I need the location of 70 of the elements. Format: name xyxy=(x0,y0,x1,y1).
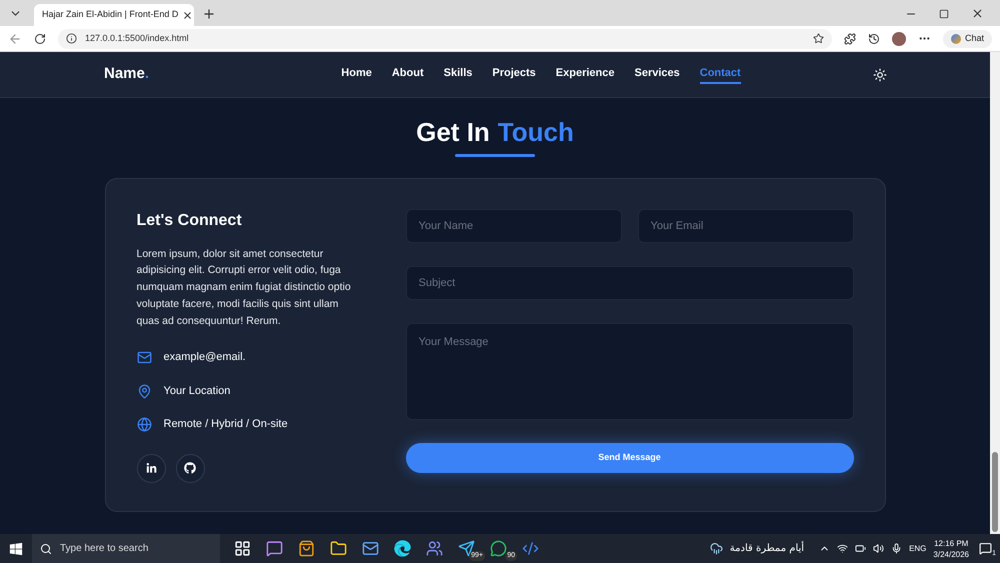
chat-bubble-icon xyxy=(490,540,506,557)
close-icon[interactable] xyxy=(182,10,194,20)
star-icon[interactable] xyxy=(812,33,824,44)
message-field[interactable]: Your Message xyxy=(406,322,854,420)
taskbar-search-field[interactable]: Type here to search xyxy=(32,534,220,563)
nav-link[interactable]: Projects xyxy=(492,64,536,84)
logo-dot: . xyxy=(144,64,150,84)
nav-link[interactable]: Contact xyxy=(700,64,741,84)
maximize-icon[interactable] xyxy=(939,8,949,18)
nav-link[interactable]: Skills xyxy=(444,64,472,84)
section-title: Get In xyxy=(416,116,490,148)
contact-detail: Remote / Hybrid / On-site xyxy=(164,417,288,432)
chat-bubble-icon xyxy=(266,540,282,557)
new-tab-icon[interactable] xyxy=(202,7,216,21)
close-icon[interactable] xyxy=(971,7,984,20)
globe-icon xyxy=(136,417,152,432)
url-text: 127.0.0.1:5500/index.html xyxy=(85,32,189,45)
clock-date[interactable]: 3/24/2026 xyxy=(933,548,969,560)
address-bar[interactable]: 127.0.0.1:5500/index.html xyxy=(58,28,832,48)
weather-text: أيام ممطرة قادمة xyxy=(730,541,804,556)
linkedin-icon xyxy=(146,462,156,474)
scrollbar[interactable] xyxy=(990,52,1000,534)
extensions-icon[interactable] xyxy=(844,32,856,44)
contact-detail: Your Location xyxy=(164,384,230,399)
back-icon[interactable] xyxy=(8,32,22,46)
nav-link[interactable]: Home xyxy=(341,64,372,84)
intro-paragraph: Lorem ipsum, dolor sit amet consectetur adipisicing elit. Corrupti error velit odio, fuga numquam magnam enim fugiat distinctio optio voluptate facere, modi facilis quis sint ullam quas ad consequuntur! Rerum. xyxy=(136,246,352,329)
contact-detail: example@email. xyxy=(164,350,246,366)
profile-avatar[interactable] xyxy=(892,32,906,46)
wifi-icon[interactable] xyxy=(837,543,848,554)
map-pin-icon xyxy=(136,384,152,399)
browser-tab[interactable]: Hajar Zain El-Abidin | Front-End D xyxy=(34,4,194,26)
task-view-icon xyxy=(234,540,250,557)
history-icon[interactable] xyxy=(868,32,880,44)
people-icon xyxy=(426,540,442,557)
subject-field[interactable]: Subject xyxy=(406,266,854,300)
notification-icon[interactable] xyxy=(978,542,992,555)
chat-button[interactable]: Chat xyxy=(942,30,992,48)
social-link[interactable] xyxy=(136,454,166,483)
microphone-icon[interactable] xyxy=(891,543,902,554)
info-icon xyxy=(66,33,77,44)
search-icon xyxy=(40,542,52,554)
rain-cloud-icon xyxy=(710,542,723,555)
search-placeholder: Type here to search xyxy=(60,542,148,556)
browser-icon xyxy=(394,540,410,557)
clock-time[interactable]: 12:16 PM xyxy=(934,538,968,548)
card-heading: Let's Connect xyxy=(136,210,243,230)
logo-text[interactable]: Name xyxy=(104,63,145,86)
battery-icon[interactable] xyxy=(855,543,866,554)
code-icon xyxy=(522,540,538,557)
github-icon xyxy=(184,462,196,474)
start-icon[interactable] xyxy=(9,542,23,556)
tab-title: Hajar Zain El-Abidin | Front-End D xyxy=(42,8,178,22)
chat-logo-icon xyxy=(950,34,961,44)
name-field[interactable]: Your Name xyxy=(406,208,622,242)
folder-icon xyxy=(330,540,346,557)
language-indicator[interactable]: ENG xyxy=(909,542,926,554)
shopping-bag-icon xyxy=(298,540,314,557)
section-title-accent: Touch xyxy=(498,116,574,148)
nav-link[interactable]: About xyxy=(392,64,424,84)
theme-toggle-icon[interactable] xyxy=(873,68,887,82)
mail-icon xyxy=(136,350,152,366)
email-field[interactable]: Your Email xyxy=(638,208,854,242)
send-message-button[interactable]: Send Message xyxy=(406,442,854,472)
social-link[interactable] xyxy=(176,454,204,483)
nav-link[interactable]: Experience xyxy=(556,64,614,84)
mail-icon xyxy=(362,540,378,557)
reload-icon[interactable] xyxy=(34,32,46,44)
nav-link[interactable]: Services xyxy=(634,64,680,84)
volume-icon[interactable] xyxy=(873,543,884,554)
